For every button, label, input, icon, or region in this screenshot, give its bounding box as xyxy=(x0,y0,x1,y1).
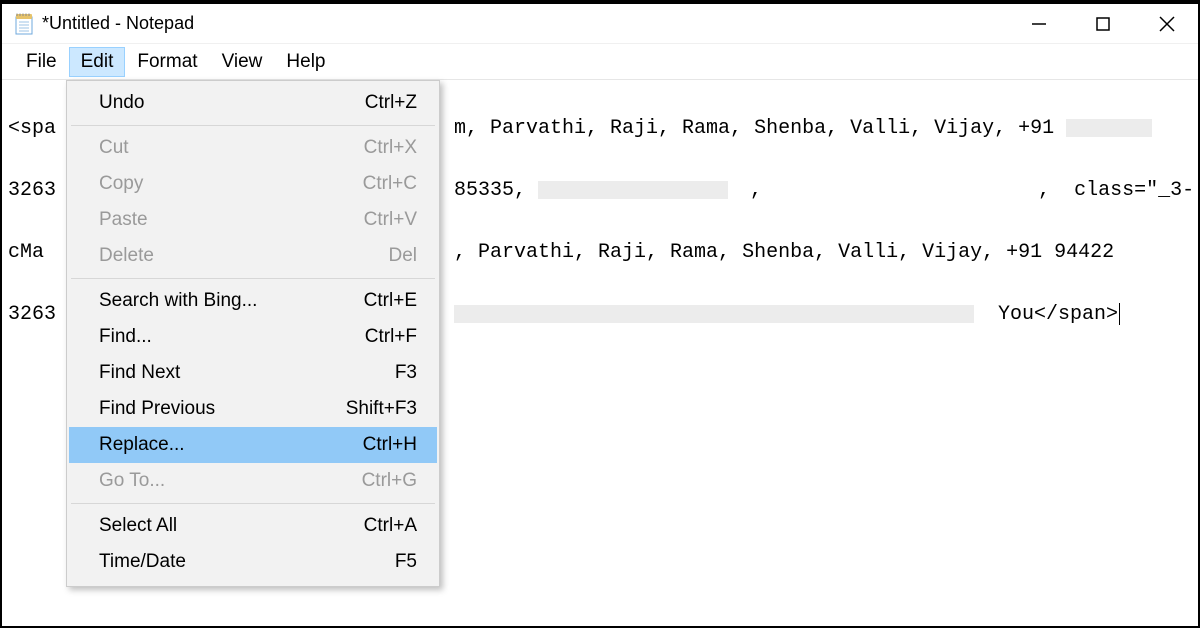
menu-paste[interactable]: Paste Ctrl+V xyxy=(69,202,437,238)
menubar: File Edit Format View Help xyxy=(2,44,1198,80)
menu-view[interactable]: View xyxy=(210,47,275,77)
menu-cut[interactable]: Cut Ctrl+X xyxy=(69,130,437,166)
menu-separator xyxy=(71,125,435,126)
minimize-button[interactable] xyxy=(1026,11,1052,37)
menu-search-bing[interactable]: Search with Bing... Ctrl+E xyxy=(69,283,437,319)
menu-undo[interactable]: Undo Ctrl+Z xyxy=(69,85,437,121)
menu-edit[interactable]: Edit xyxy=(69,47,126,77)
maximize-button[interactable] xyxy=(1090,11,1116,37)
menu-find-next[interactable]: Find Next F3 xyxy=(69,355,437,391)
menu-help[interactable]: Help xyxy=(274,47,337,77)
notepad-icon xyxy=(14,13,34,35)
titlebar: *Untitled - Notepad xyxy=(2,4,1198,44)
close-button[interactable] xyxy=(1154,11,1180,37)
menu-copy[interactable]: Copy Ctrl+C xyxy=(69,166,437,202)
menu-replace[interactable]: Replace... Ctrl+H xyxy=(69,427,437,463)
menu-format[interactable]: Format xyxy=(125,47,209,77)
menu-separator xyxy=(71,278,435,279)
menu-time-date[interactable]: Time/Date F5 xyxy=(69,544,437,580)
menu-select-all[interactable]: Select All Ctrl+A xyxy=(69,508,437,544)
menu-file[interactable]: File xyxy=(14,47,69,77)
menu-goto[interactable]: Go To... Ctrl+G xyxy=(69,463,437,499)
edit-menu-dropdown: Undo Ctrl+Z Cut Ctrl+X Copy Ctrl+C Paste… xyxy=(66,80,440,587)
window-controls xyxy=(1026,11,1190,37)
menu-find-previous[interactable]: Find Previous Shift+F3 xyxy=(69,391,437,427)
window-title: *Untitled - Notepad xyxy=(42,13,194,34)
menu-delete[interactable]: Delete Del xyxy=(69,238,437,274)
menu-separator xyxy=(71,503,435,504)
menu-find[interactable]: Find... Ctrl+F xyxy=(69,319,437,355)
